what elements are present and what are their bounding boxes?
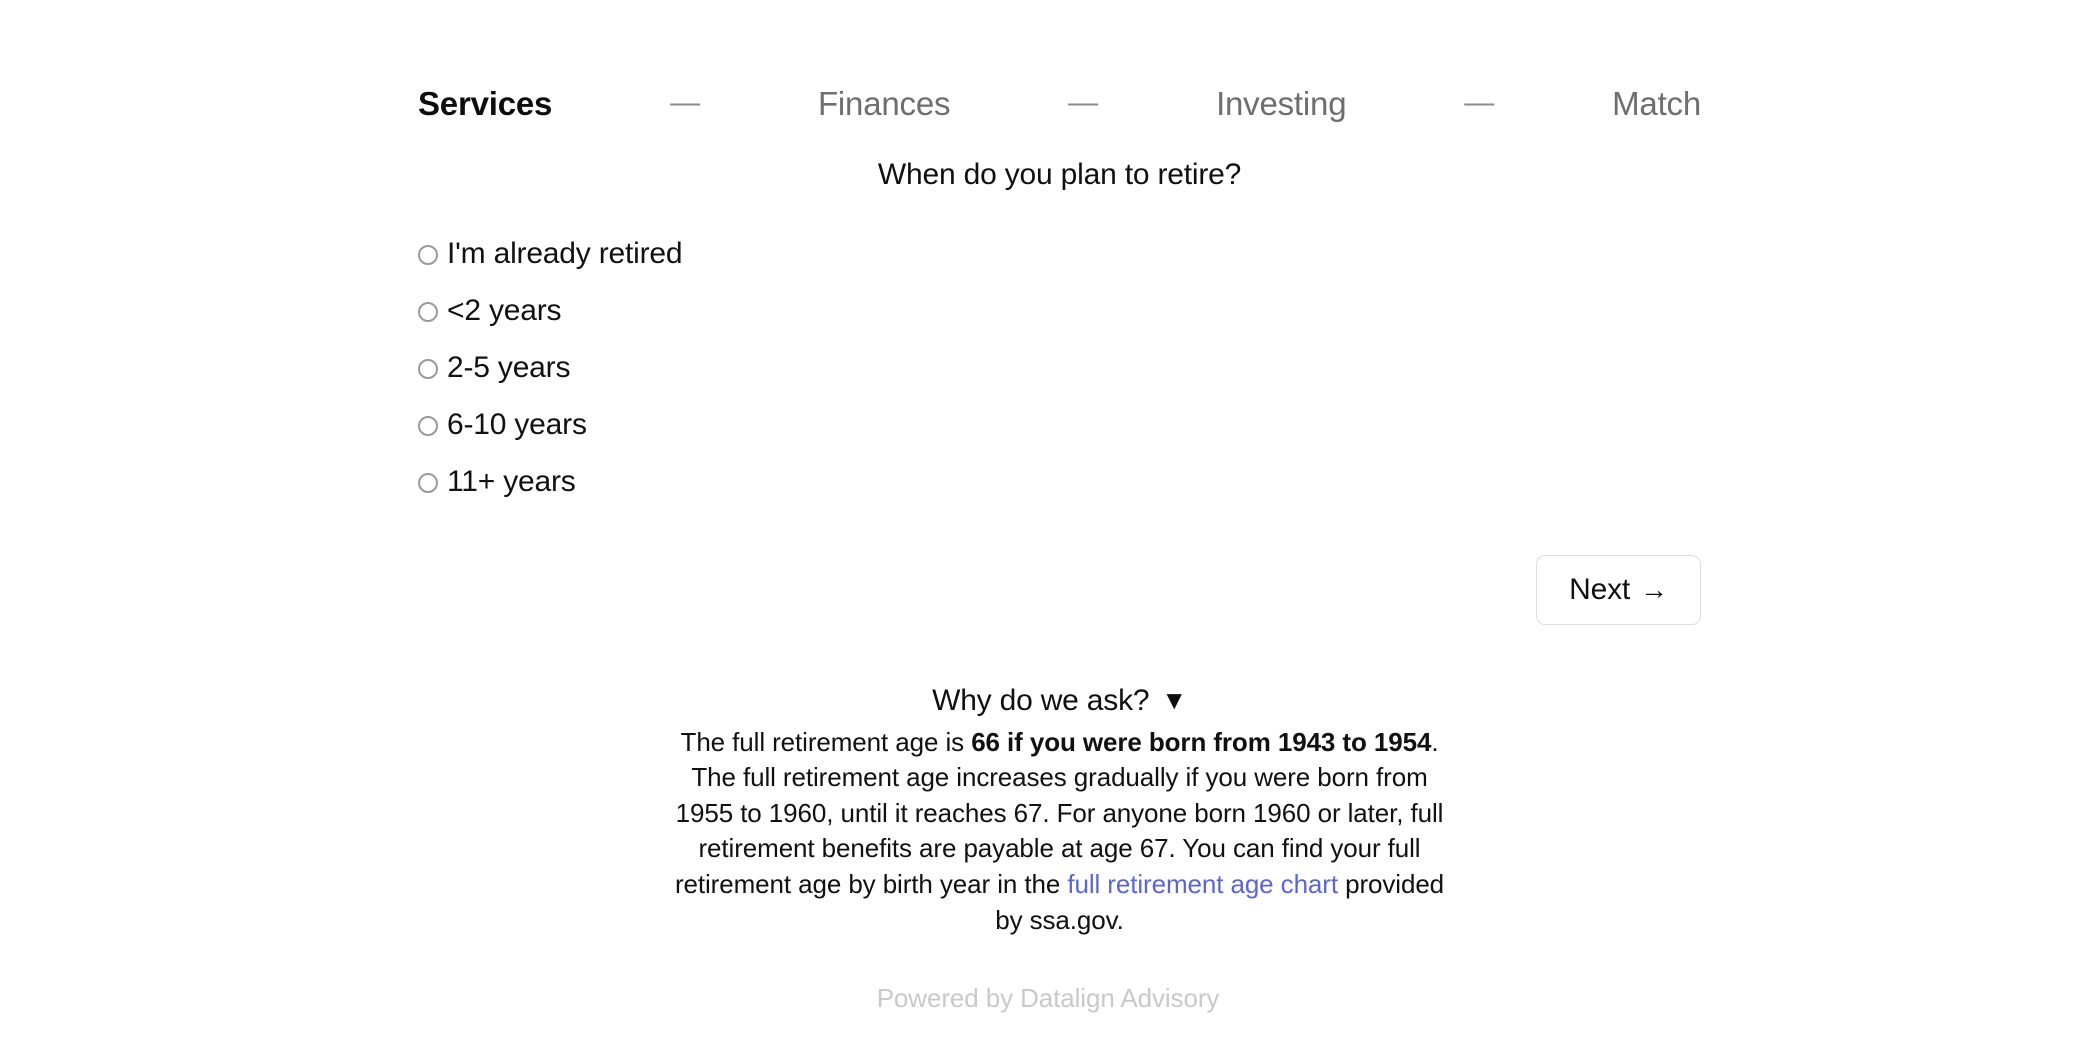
option-less-than-2-years[interactable]: <2 years — [418, 283, 1701, 340]
full-retirement-age-chart-link[interactable]: full retirement age chart — [1067, 869, 1338, 899]
option-im-already-retired[interactable]: I'm already retired — [418, 226, 1701, 283]
option-6-10-years[interactable]: 6-10 years — [418, 397, 1701, 454]
breadcrumb-separator-icon: — — [1068, 86, 1099, 119]
option-label: 11+ years — [447, 465, 576, 498]
radio-icon[interactable] — [418, 416, 438, 436]
option-11-plus-years[interactable]: 11+ years — [418, 454, 1701, 511]
why-do-we-ask-label: Why do we ask? — [932, 683, 1150, 717]
why-do-we-ask-toggle[interactable]: Why do we ask? ▼ — [932, 683, 1187, 719]
next-button-label: Next — [1569, 572, 1631, 606]
breadcrumb-step-match[interactable]: Match — [1612, 87, 1701, 120]
option-label: 6-10 years — [447, 408, 587, 441]
option-label: I'm already retired — [447, 237, 683, 270]
question-title: When do you plan to retire? — [877, 158, 1242, 191]
next-button-row: Next → — [418, 554, 1701, 625]
content-column: Services — Finances — Investing — Match … — [418, 0, 1701, 938]
why-body-bold: 66 if you were born from 1943 to 1954 — [971, 726, 1432, 757]
powered-by-footer: Powered by Datalign Advisory — [876, 983, 1220, 1013]
option-label: <2 years — [447, 294, 562, 327]
option-label: 2-5 years — [447, 351, 571, 384]
radio-icon[interactable] — [418, 245, 438, 265]
radio-icon[interactable] — [418, 359, 438, 379]
breadcrumb-step-finances[interactable]: Finances — [818, 87, 951, 120]
breadcrumb-separator-icon: — — [670, 86, 701, 119]
chevron-down-icon: ▼ — [1161, 684, 1187, 715]
breadcrumb-step-investing[interactable]: Investing — [1216, 87, 1346, 120]
why-body-part1: The full retirement age is — [680, 726, 972, 757]
progress-breadcrumb: Services — Finances — Investing — Match — [418, 72, 1701, 134]
why-do-we-ask-section: Why do we ask? ▼ The full retirement age… — [418, 683, 1701, 939]
breadcrumb-separator-icon: — — [1464, 86, 1495, 119]
retirement-questionnaire-page: Services — Finances — Investing — Match … — [0, 0, 2096, 1064]
radio-icon[interactable] — [418, 302, 438, 322]
why-do-we-ask-body: The full retirement age is 66 if you wer… — [675, 725, 1445, 939]
arrow-right-icon: → — [1640, 573, 1668, 605]
option-2-5-years[interactable]: 2-5 years — [418, 340, 1701, 397]
next-button[interactable]: Next → — [1536, 554, 1701, 625]
radio-icon[interactable] — [418, 473, 438, 493]
retirement-options-group: I'm already retired <2 years 2-5 years 6… — [418, 226, 1701, 511]
breadcrumb-step-services[interactable]: Services — [418, 87, 552, 120]
